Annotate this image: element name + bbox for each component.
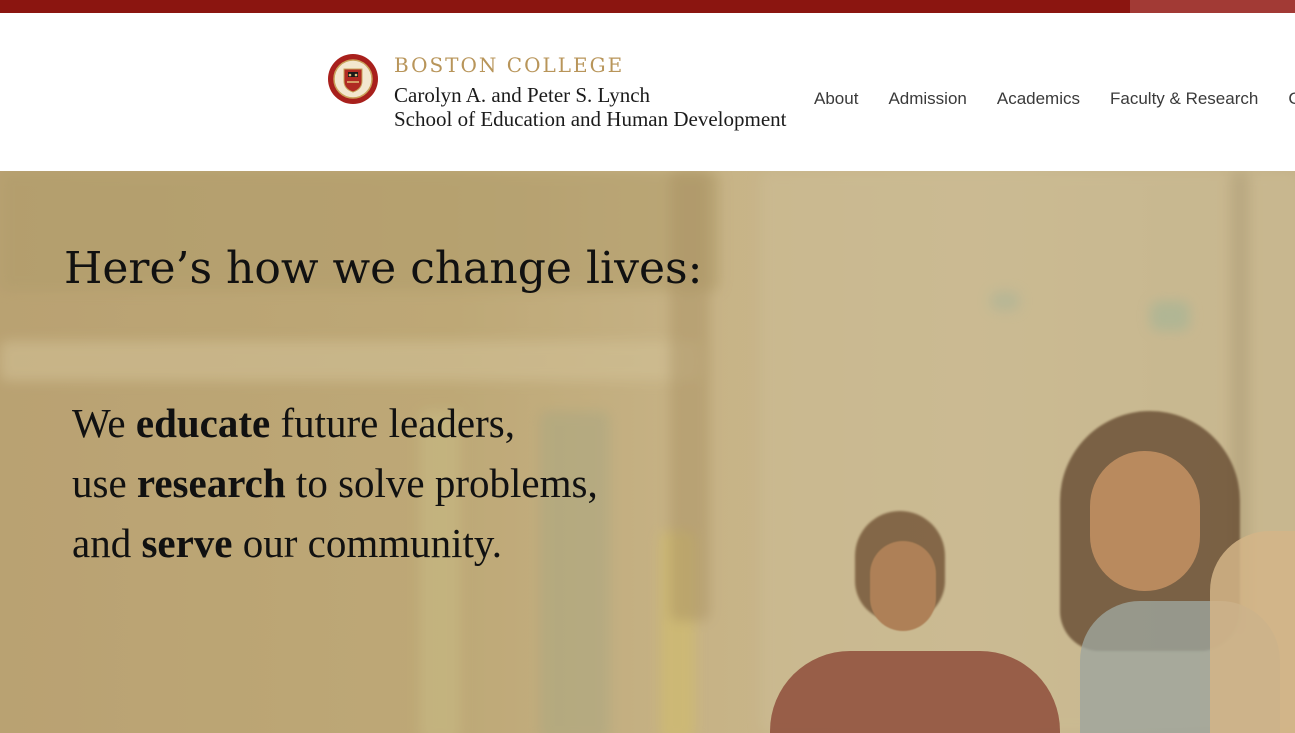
mission-statement: We educate future leaders, use research … (72, 393, 598, 573)
mission-line-educate: We educate future leaders, (72, 393, 598, 453)
nav-item-faculty-research[interactable]: Faculty & Research (1110, 89, 1258, 109)
main-nav: About Admission Academics Faculty & Rese… (814, 89, 1295, 109)
nav-item-about[interactable]: About (814, 89, 858, 109)
hero-banner: Here’s how we change lives: We educate f… (0, 171, 1295, 733)
nav-item-academics[interactable]: Academics (997, 89, 1080, 109)
mission-line-research: use research to solve problems, (72, 453, 598, 513)
nav-item-truncated[interactable]: C (1288, 89, 1295, 109)
mission-text: to solve problems, (285, 460, 598, 506)
mission-keyword-research: research (136, 460, 286, 506)
mission-text: and (72, 520, 142, 566)
mission-keyword-serve: serve (141, 520, 233, 566)
mission-line-serve: and serve our community. (72, 513, 598, 573)
school-name-line1[interactable]: Carolyn A. and Peter S. Lynch (394, 83, 650, 108)
nav-item-admission[interactable]: Admission (888, 89, 966, 109)
mission-text: our community. (232, 520, 503, 566)
hero-headline: Here’s how we change lives: (64, 243, 703, 294)
top-accent-bar (0, 0, 1295, 13)
site-header: BOSTON COLLEGE Carolyn A. and Peter S. L… (0, 13, 1295, 171)
college-name[interactable]: BOSTON COLLEGE (394, 53, 624, 77)
mission-text: future leaders, (270, 400, 515, 446)
school-name-line2[interactable]: School of Education and Human Developmen… (394, 107, 787, 132)
mission-text: use (72, 460, 137, 506)
top-accent-bar-segment (1130, 0, 1295, 13)
boston-college-seal-icon[interactable] (327, 53, 379, 105)
mission-keyword-educate: educate (135, 400, 271, 446)
mission-text: We (72, 400, 136, 446)
